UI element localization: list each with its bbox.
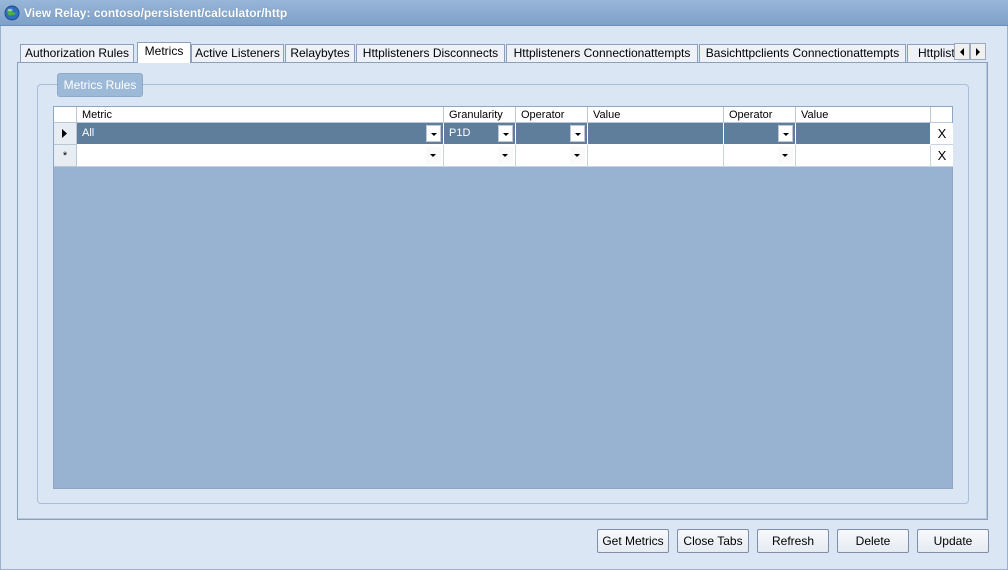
operator-combo[interactable]	[518, 147, 585, 164]
new-row[interactable]: * X	[54, 145, 953, 167]
header-corner	[54, 107, 77, 123]
granularity-combo[interactable]: P1D	[446, 125, 513, 142]
chevron-down-icon	[431, 133, 437, 136]
globe-icon	[4, 5, 20, 21]
current-row-arrow-icon	[62, 129, 67, 138]
chevron-down-icon	[503, 133, 509, 136]
chevron-down-icon	[575, 133, 581, 136]
granularity-combo[interactable]	[446, 147, 513, 164]
title-bar: View Relay: contoso/persistent/calculato…	[0, 0, 1008, 26]
column-header-metric[interactable]: Metric	[77, 107, 444, 123]
group-title: Metrics Rules	[57, 73, 143, 97]
tab-label: Authorization Rules	[24, 46, 130, 60]
chevron-down-icon	[782, 154, 788, 157]
operator-2-cell[interactable]	[724, 145, 796, 167]
delete-row-button[interactable]: X	[931, 145, 953, 167]
column-header-granularity[interactable]: Granularity	[444, 107, 516, 123]
granularity-dropdown-button[interactable]	[498, 147, 513, 164]
operator-2-combo[interactable]	[726, 147, 793, 164]
tab-httplisteners-connectionattempts[interactable]: Httplisteners Connectionattempts	[506, 44, 698, 63]
value-cell[interactable]	[588, 123, 724, 145]
tab-metrics[interactable]: Metrics	[137, 42, 191, 63]
operator-combo[interactable]	[518, 125, 585, 142]
table-row[interactable]: All P1D X	[54, 123, 953, 145]
tab-label: Active Listeners	[195, 46, 280, 60]
tab-active-listeners[interactable]: Active Listeners	[191, 44, 284, 63]
new-row-marker: *	[54, 145, 77, 167]
chevron-down-icon	[574, 154, 580, 157]
tab-label: Relaybytes	[290, 46, 350, 60]
column-header-operator[interactable]: Operator	[516, 107, 588, 123]
metric-dropdown-button[interactable]	[426, 147, 441, 164]
arrow-right-icon	[976, 48, 980, 56]
tab-label: Basichttpclients Connectionattempts	[705, 46, 900, 60]
metric-combo[interactable]: All	[79, 125, 441, 142]
metric-cell[interactable]: All	[77, 123, 444, 145]
granularity-dropdown-button[interactable]	[498, 125, 513, 142]
update-button[interactable]: Update	[917, 529, 989, 553]
value-2-cell[interactable]	[796, 145, 931, 167]
column-header-operator-2[interactable]: Operator	[724, 107, 796, 123]
tab-basichttpclients-connectionattempts[interactable]: Basichttpclients Connectionattempts	[699, 44, 906, 63]
close-tabs-button[interactable]: Close Tabs	[677, 529, 749, 553]
granularity-value: P1D	[449, 127, 471, 139]
arrow-left-icon	[960, 48, 964, 56]
metric-combo[interactable]	[79, 147, 441, 164]
value-cell[interactable]	[588, 145, 724, 167]
tab-scroll-left-button[interactable]	[954, 43, 970, 60]
delete-button[interactable]: Delete	[837, 529, 909, 553]
tab-relaybytes[interactable]: Relaybytes	[285, 44, 355, 63]
operator-2-dropdown-button[interactable]	[778, 125, 793, 142]
operator-dropdown-button[interactable]	[570, 147, 585, 164]
get-metrics-button[interactable]: Get Metrics	[597, 529, 669, 553]
metrics-rules-grid[interactable]: Metric Granularity Operator Value Operat…	[53, 106, 953, 489]
tab-label: Httplisteners Disconnects	[362, 46, 499, 60]
column-header-value-2[interactable]: Value	[796, 107, 931, 123]
operator-2-combo[interactable]	[726, 125, 793, 142]
tab-httplist[interactable]: Httplist	[907, 44, 958, 63]
granularity-cell[interactable]: P1D	[444, 123, 516, 145]
window-title: View Relay: contoso/persistent/calculato…	[24, 6, 288, 20]
tab-authorization-rules[interactable]: Authorization Rules	[20, 44, 134, 63]
operator-2-dropdown-button[interactable]	[778, 147, 793, 164]
operator-cell[interactable]	[516, 145, 588, 167]
metric-dropdown-button[interactable]	[426, 125, 441, 142]
column-header-value[interactable]: Value	[588, 107, 724, 123]
row-selector[interactable]	[54, 123, 77, 145]
tab-label: Httplist	[918, 46, 955, 60]
grid-header: Metric Granularity Operator Value Operat…	[54, 107, 952, 123]
refresh-button[interactable]: Refresh	[757, 529, 829, 553]
tab-strip: Authorization Rules Metrics Active Liste…	[20, 42, 958, 63]
value-2-cell[interactable]	[796, 123, 931, 145]
delete-row-button[interactable]: X	[931, 123, 953, 145]
operator-dropdown-button[interactable]	[570, 125, 585, 142]
chevron-down-icon	[430, 154, 436, 157]
chevron-down-icon	[783, 133, 789, 136]
operator-2-cell[interactable]	[724, 123, 796, 145]
tab-scroll-right-button[interactable]	[970, 43, 986, 60]
granularity-cell[interactable]	[444, 145, 516, 167]
operator-cell[interactable]	[516, 123, 588, 145]
metric-cell[interactable]	[77, 145, 444, 167]
metric-value: All	[82, 127, 95, 139]
chevron-down-icon	[502, 154, 508, 157]
tab-label: Metrics	[144, 44, 184, 58]
tab-httplisteners-disconnects[interactable]: Httplisteners Disconnects	[356, 44, 505, 63]
tab-label: Httplisteners Connectionattempts	[513, 46, 691, 60]
